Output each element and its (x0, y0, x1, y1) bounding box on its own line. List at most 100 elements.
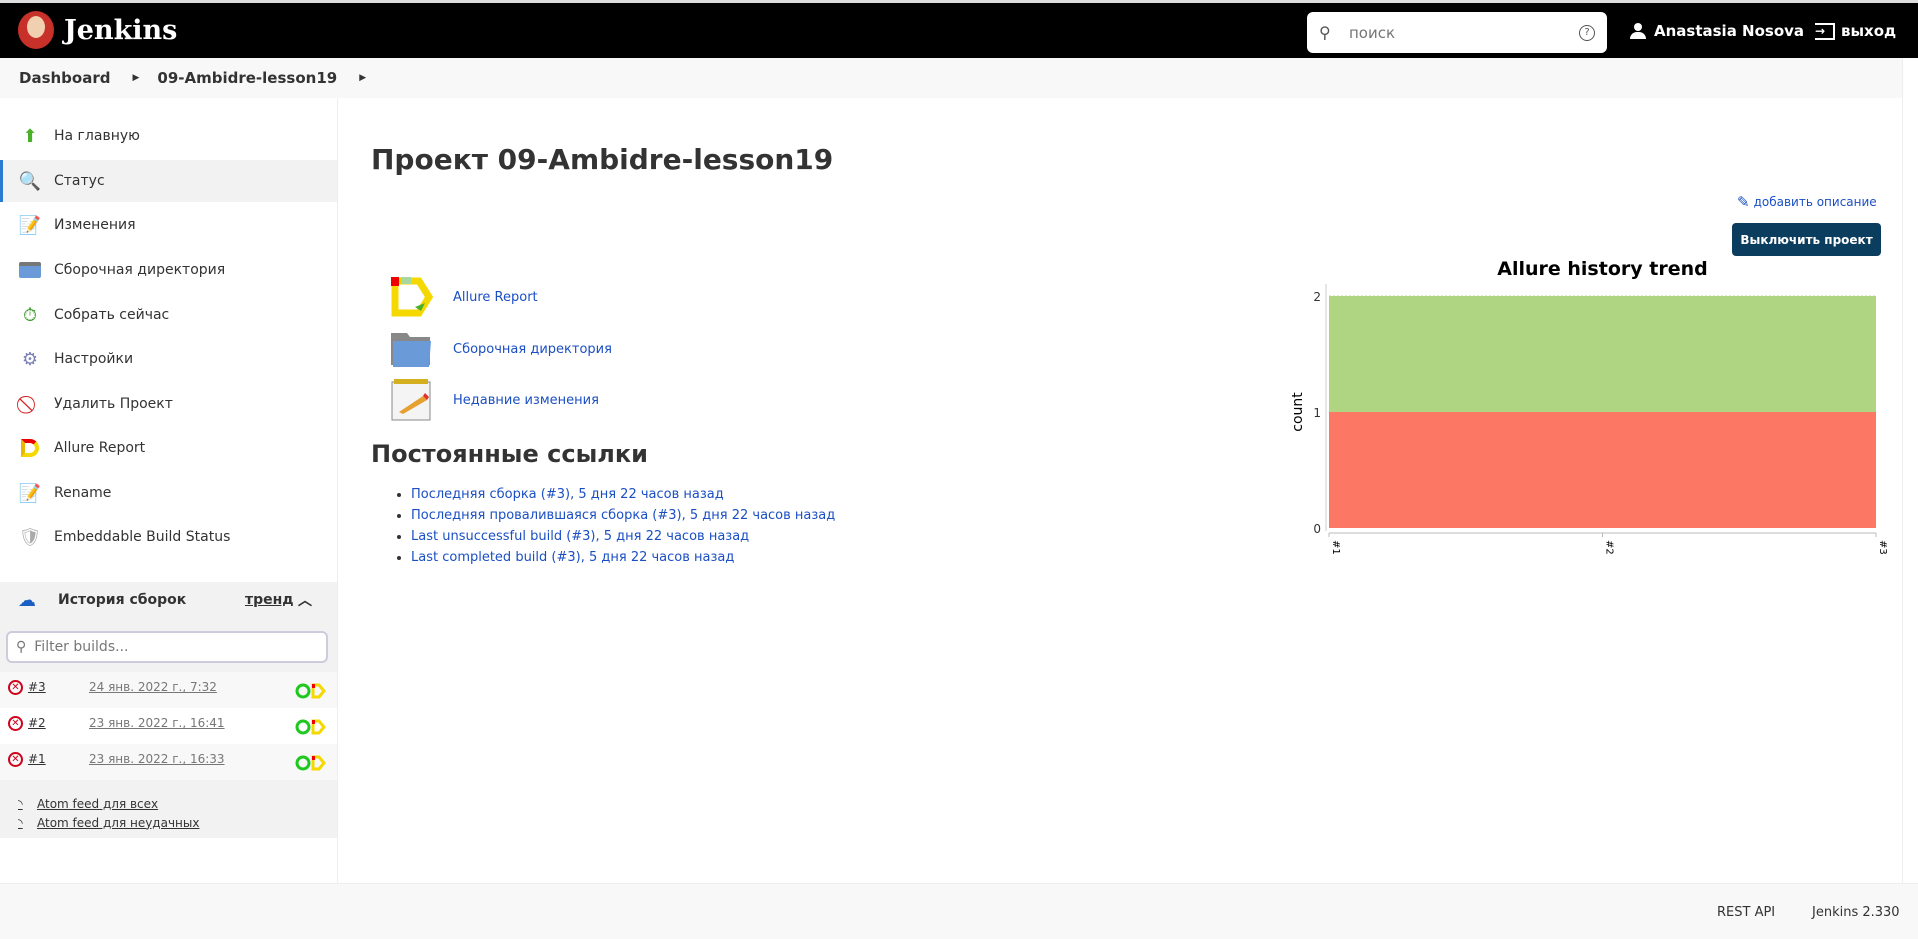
build-date-link[interactable]: 23 янв. 2022 г., 16:41 (89, 716, 225, 730)
allure-report-icon[interactable] (295, 719, 327, 735)
build-history: ☁ История сборок тренд ︿ ⚲ Filter builds...… (0, 582, 337, 838)
jenkins-version-link[interactable]: Jenkins 2.330 (1812, 905, 1900, 920)
permalink-item: Последняя сборка (#3), 5 дня 22 часов на… (411, 485, 835, 506)
trend-link[interactable]: тренд (245, 592, 294, 608)
search-icon: ⚲ (1319, 23, 1331, 42)
build-date-link[interactable]: 23 янв. 2022 г., 16:33 (89, 752, 225, 766)
sidebar-item-build-now[interactable]: ⏱ Собрать сейчас (0, 294, 337, 336)
failed-status-icon: ✕ (8, 680, 23, 695)
scrollbar[interactable] (1902, 58, 1918, 883)
jenkins-butler-icon (18, 11, 54, 49)
clock-play-icon: ⏱ (22, 304, 38, 326)
allure-report-link-row: Allure Report (389, 275, 538, 319)
footer: REST API Jenkins 2.330 (0, 883, 1918, 939)
sidebar-item-rename[interactable]: 📝 Rename (0, 472, 337, 514)
breadcrumb-arrow-icon[interactable]: ▶ (359, 73, 366, 83)
recent-changes-link[interactable]: Недавние изменения (453, 393, 599, 408)
last-completed-build-link[interactable]: Last completed build (#3), 5 дня 22 часо… (411, 550, 734, 565)
folder-icon[interactable] (389, 327, 433, 371)
allure-icon[interactable] (389, 275, 433, 319)
atom-feed-failed-link[interactable]: ◝ Atom feed для неудачных (18, 813, 199, 832)
sidebar-item-allure[interactable]: Allure Report (0, 427, 337, 469)
page-title: Проект 09-Ambidre-lesson19 (371, 143, 834, 176)
allure-history-trend-chart[interactable]: Allure history trend 0 1 2 #1 #2 #3 count (1280, 250, 1918, 580)
permalink-item: Last completed build (#3), 5 дня 22 часо… (411, 548, 835, 569)
area-series-0 (1329, 412, 1876, 528)
breadcrumb-dashboard[interactable]: Dashboard (19, 69, 110, 87)
sidebar-item-badge[interactable]: 🛡 Embeddable Build Status (0, 516, 337, 558)
x-tick-label: #2 (1604, 540, 1615, 555)
arrow-up-icon: ⬆ (22, 125, 38, 147)
atom-feed-all-link[interactable]: ◝ Atom feed для всех (18, 794, 199, 813)
allure-icon (19, 437, 41, 459)
logout-icon: → (1815, 22, 1835, 40)
permalink-item: Последняя провалившаяся сборка (#3), 5 д… (411, 506, 835, 527)
last-build-link[interactable]: Последняя сборка (#3), 5 дня 22 часов на… (411, 487, 724, 502)
allure-report-icon[interactable] (295, 755, 327, 771)
pencil-icon: ✎ (1737, 193, 1750, 211)
search-icon: ⚲ (16, 639, 27, 655)
failed-status-icon: ✕ (8, 752, 23, 767)
folder-icon (19, 259, 41, 281)
magnifier-icon: 🔍 (18, 170, 42, 192)
help-icon[interactable]: ? (1579, 24, 1595, 41)
build-row: ✕ #3 24 янв. 2022 г., 7:32 (0, 672, 337, 708)
allure-report-link[interactable]: Allure Report (453, 290, 538, 305)
top-bar: Jenkins ⚲? Anastasia Nosova →выход (0, 0, 1918, 58)
breadcrumb-arrow-icon[interactable]: ▶ (132, 73, 139, 83)
breadcrumb-project[interactable]: 09-Ambidre-lesson19 (157, 69, 337, 87)
search-input[interactable] (1349, 23, 1579, 42)
search-box[interactable]: ⚲? (1307, 12, 1607, 53)
rest-api-link[interactable]: REST API (1717, 905, 1775, 920)
recent-changes-link-row: Недавние изменения (389, 378, 599, 422)
last-unsuccessful-build-link[interactable]: Last unsuccessful build (#3), 5 дня 22 ч… (411, 529, 749, 544)
chart-title: Allure history trend (1497, 258, 1707, 280)
chevron-up-icon[interactable]: ︿ (298, 590, 312, 610)
build-number-link[interactable]: #2 (28, 716, 46, 730)
allure-report-icon[interactable] (295, 683, 327, 699)
logout-link[interactable]: → выход (1815, 22, 1896, 40)
shield-icon: 🛡 (18, 526, 42, 548)
sidebar-item-delete[interactable]: ⃠Удалить Проект (0, 383, 337, 425)
build-number-link[interactable]: #1 (28, 752, 46, 766)
sidebar-item-changes[interactable]: 📝 Изменения (0, 204, 337, 246)
permalinks-list: Последняя сборка (#3), 5 дня 22 часов на… (411, 485, 835, 569)
build-row: ✕ #2 23 янв. 2022 г., 16:41 (0, 708, 337, 744)
build-date-link[interactable]: 24 янв. 2022 г., 7:32 (89, 680, 217, 694)
jenkins-logo[interactable]: Jenkins (18, 11, 177, 49)
add-description-link[interactable]: ✎ добавить описание (1737, 193, 1877, 211)
user-icon (1630, 23, 1646, 39)
rss-icon: ◝ (18, 796, 23, 811)
cloud-rain-icon: ☁ (18, 589, 36, 611)
rss-icon: ◝ (18, 815, 23, 830)
failed-status-icon: ✕ (8, 716, 23, 731)
atom-feeds: ◝ Atom feed для всех ◝ Atom feed для неуда… (18, 794, 199, 832)
y-tick-label: 2 (1313, 290, 1321, 304)
build-history-header: ☁ История сборок тренд ︿ (18, 589, 312, 611)
build-number-link[interactable]: #3 (28, 680, 46, 694)
y-axis-label: count (1290, 392, 1306, 432)
permalinks-heading: Постоянные ссылки (371, 440, 648, 468)
no-entry-icon: ⃠ (19, 393, 41, 415)
workspace-link-row: Сборочная директория (389, 327, 612, 371)
y-tick-label: 0 (1313, 522, 1321, 536)
sidebar-item-configure[interactable]: ⚙ Настройки (0, 338, 337, 380)
notepad-icon: 📝 (18, 214, 42, 236)
filter-builds-input[interactable]: ⚲ Filter builds... (6, 631, 328, 663)
last-failed-build-link[interactable]: Последняя провалившаяся сборка (#3), 5 д… (411, 508, 835, 523)
sidebar-item-workspace[interactable]: Сборочная директория (0, 249, 337, 291)
x-tick-label: #1 (1330, 540, 1341, 555)
notepad-icon[interactable] (389, 378, 433, 422)
workspace-link[interactable]: Сборочная директория (453, 342, 612, 357)
user-link[interactable]: Anastasia Nosova (1630, 22, 1804, 40)
area-series-1 (1329, 296, 1876, 412)
y-tick-label: 1 (1313, 406, 1321, 420)
sidebar-item-status[interactable]: 🔍 Статус (0, 160, 337, 202)
breadcrumb: Dashboard ▶ 09-Ambidre-lesson19 ▶ (0, 58, 1918, 98)
notepad-icon: 📝 (18, 482, 42, 504)
permalink-item: Last unsuccessful build (#3), 5 дня 22 ч… (411, 527, 835, 548)
build-row: ✕ #1 23 янв. 2022 г., 16:33 (0, 744, 337, 780)
sidebar-item-home[interactable]: ⬆ На главную (0, 115, 337, 157)
x-tick-label: #3 (1877, 540, 1888, 555)
gear-icon: ⚙ (21, 348, 39, 370)
